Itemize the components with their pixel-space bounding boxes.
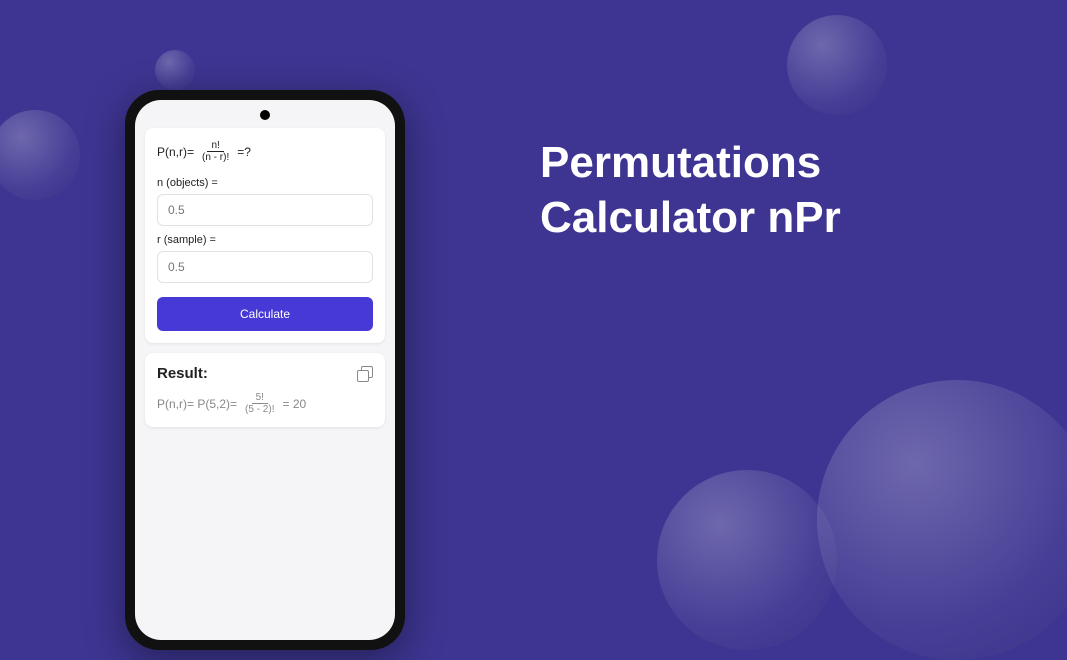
result-card: Result: P(n,r)= P(5,2)= 5! (5 - 2)! = 20 xyxy=(145,353,385,427)
result-equals: = 20 xyxy=(282,397,306,411)
result-line: P(n,r)= P(5,2)= 5! (5 - 2)! = 20 xyxy=(157,392,373,415)
n-input[interactable] xyxy=(157,194,373,226)
phone-frame: P(n,r)= n! (n - r)! =? n (objects) = r (… xyxy=(125,90,405,650)
decorative-sphere xyxy=(787,15,887,115)
phone-screen: P(n,r)= n! (n - r)! =? n (objects) = r (… xyxy=(135,100,395,640)
result-title: Result: xyxy=(157,365,208,382)
formula-tail: =? xyxy=(237,145,251,159)
r-input[interactable] xyxy=(157,251,373,283)
result-prefix: P(n,r)= P(5,2)= xyxy=(157,397,237,411)
result-fraction: 5! (5 - 2)! xyxy=(241,392,278,415)
n-label: n (objects) = xyxy=(157,177,373,189)
r-label: r (sample) = xyxy=(157,234,373,246)
headline-line1: Permutations xyxy=(540,135,841,190)
formula-numerator: n! xyxy=(207,140,223,152)
decorative-sphere xyxy=(657,470,837,650)
copy-icon[interactable] xyxy=(357,366,373,382)
headline-line2: Calculator nPr xyxy=(540,190,841,245)
result-numerator: 5! xyxy=(252,392,268,404)
decorative-sphere xyxy=(155,50,195,90)
input-card: P(n,r)= n! (n - r)! =? n (objects) = r (… xyxy=(145,128,385,343)
decorative-sphere xyxy=(817,380,1067,660)
result-denominator: (5 - 2)! xyxy=(241,404,278,415)
formula-header: P(n,r)= n! (n - r)! =? xyxy=(157,140,373,163)
calculate-button[interactable]: Calculate xyxy=(157,297,373,331)
formula-denominator: (n - r)! xyxy=(198,152,233,163)
decorative-sphere xyxy=(0,110,80,200)
formula-fraction: n! (n - r)! xyxy=(198,140,233,163)
headline: Permutations Calculator nPr xyxy=(540,135,841,245)
formula-lhs: P(n,r)= xyxy=(157,145,194,159)
phone-camera xyxy=(260,110,270,120)
